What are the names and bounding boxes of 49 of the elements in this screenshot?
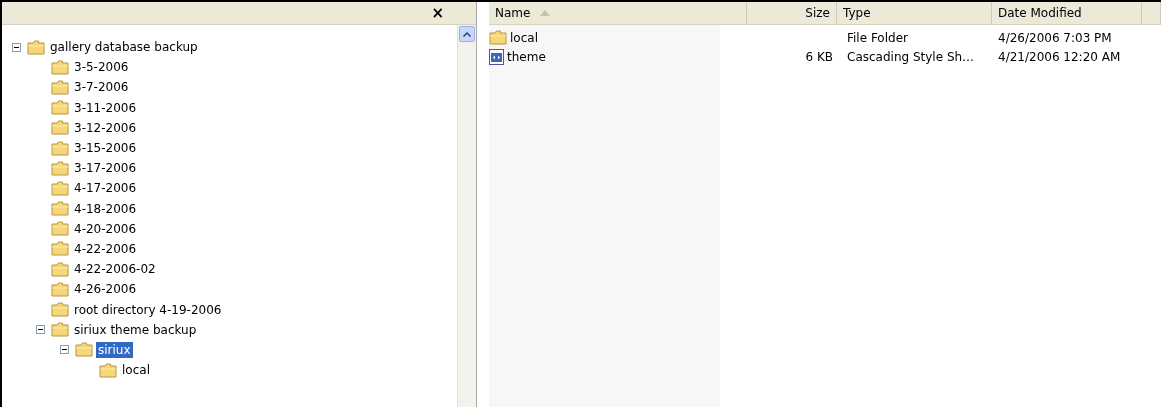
folder-icon <box>51 322 69 338</box>
folder-icon <box>27 39 45 55</box>
collapse-button[interactable] <box>12 42 21 52</box>
folder-tree-item[interactable]: siriux theme backup <box>72 321 199 338</box>
folder-tree-item[interactable]: 3-15-2006 <box>72 140 139 157</box>
folder-tree-item[interactable]: 4-22-2006-02 <box>72 261 158 278</box>
folder-tree-item[interactable]: 4-18-2006 <box>72 200 139 217</box>
file-type: Cascading Style Sh… <box>847 49 975 64</box>
folder-tree-item[interactable]: root directory 4-19-2006 <box>72 301 224 318</box>
folder-tree-item[interactable]: 4-20-2006 <box>72 220 139 237</box>
folder-tree-item[interactable]: 4-22-2006 <box>72 240 139 257</box>
folder-tree-item[interactable]: siriux <box>96 341 133 358</box>
folder-icon <box>51 59 69 75</box>
folder-icon <box>51 140 69 156</box>
scroll-up-button[interactable] <box>459 26 475 42</box>
close-button[interactable]: × <box>427 4 448 22</box>
folder-tree-item[interactable]: 4-17-2006 <box>72 180 139 197</box>
sort-arrow-icon <box>540 10 551 16</box>
folder-tree-item[interactable]: 3-7-2006 <box>72 79 131 96</box>
folder-tree-item[interactable]: local <box>120 362 152 379</box>
folder-icon <box>51 261 69 277</box>
folder-tree-item[interactable]: gallery database backup <box>48 39 200 56</box>
folder-icon <box>51 302 69 318</box>
date-modified: 4/26/2006 7:03 PM <box>998 30 1112 45</box>
file-name[interactable]: local <box>510 30 538 45</box>
collapse-button[interactable] <box>36 325 45 335</box>
folder-icon <box>75 342 93 358</box>
folder-tree-item[interactable]: 4-26-2006 <box>72 281 139 298</box>
folder-icon <box>51 201 69 217</box>
folder-icon <box>51 100 69 116</box>
folder-icon <box>51 180 69 196</box>
folder-icon <box>51 120 69 136</box>
folder-icon <box>51 281 69 297</box>
folder-icon <box>51 221 69 237</box>
folder-icon <box>51 160 69 176</box>
folder-tree-item[interactable]: 3-12-2006 <box>72 119 139 136</box>
file-name[interactable]: theme <box>507 49 546 64</box>
folder-icon <box>51 241 69 257</box>
caret-up-icon <box>463 31 471 37</box>
folder-icon <box>99 362 117 378</box>
file-size: 6 KB <box>805 49 833 64</box>
file-type: File Folder <box>847 30 908 45</box>
folder-tree-item[interactable]: 3-11-2006 <box>72 99 139 116</box>
folder-tree-item[interactable]: 3-5-2006 <box>72 59 131 76</box>
folder-icon <box>51 79 69 95</box>
folder-tree-item[interactable]: 3-17-2006 <box>72 160 139 177</box>
collapse-button[interactable] <box>60 345 69 355</box>
date-modified: 4/21/2006 12:20 AM <box>998 49 1121 64</box>
folder-icon <box>489 30 507 45</box>
